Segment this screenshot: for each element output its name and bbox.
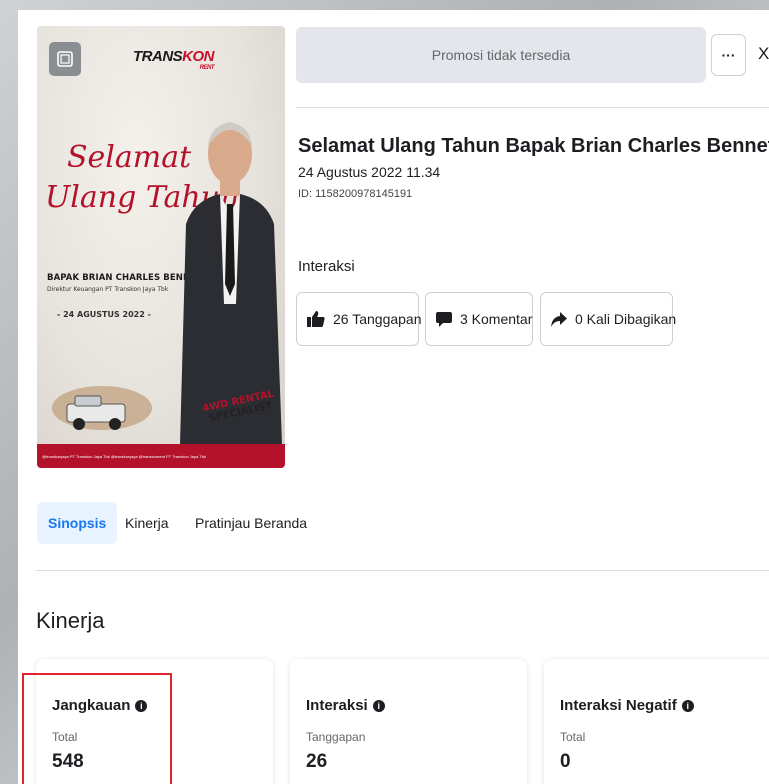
- info-icon[interactable]: i: [681, 699, 694, 712]
- negative-interaction-value: 0: [560, 751, 571, 772]
- negative-interaction-card: Interaksi Negatif i Total 0: [544, 659, 769, 784]
- tabs-divider: [36, 570, 769, 571]
- shares-label: 0 Kali Dibagikan: [575, 311, 677, 327]
- performance-heading: Kinerja: [36, 608, 105, 633]
- reach-value: 548: [52, 751, 84, 772]
- tab-sinopsis[interactable]: Sinopsis: [37, 502, 118, 544]
- post-date: 24 Agustus 2022 11.34: [298, 164, 441, 180]
- greeting-line-1: Selamat: [67, 140, 192, 175]
- post-id: ID: 1158200978145191: [298, 188, 413, 200]
- comments-label: 3 Komentar: [460, 311, 533, 327]
- interaction-sub-label: Tanggapan: [306, 730, 366, 744]
- header-divider: [296, 107, 769, 108]
- thumbs-up-icon: [307, 311, 325, 327]
- tab-pratinjau-beranda[interactable]: Pratinjau Beranda: [184, 502, 318, 544]
- interaction-section-label: Interaksi: [298, 258, 355, 275]
- poster-footer: @transkonjaya PT Transkon Jaya Tbk @tran…: [37, 444, 285, 468]
- post-details-panel: TRANSKON RENT Selamat Ulang Tahun BAPAK …: [18, 10, 769, 784]
- reach-sub-label: Total: [52, 730, 78, 744]
- image-icon: [49, 42, 81, 76]
- shares-button[interactable]: 0 Kali Dibagikan: [540, 292, 677, 346]
- reach-title: Jangkauan i: [52, 697, 148, 714]
- reach-card: Jangkauan i Total 548: [36, 659, 273, 784]
- poster-role: Direktur Keuangan PT Transkon Jaya Tbk: [47, 286, 169, 293]
- info-icon[interactable]: i: [372, 699, 385, 712]
- vehicle-illustration: [52, 386, 152, 430]
- interaction-title: Interaksi i: [306, 697, 385, 714]
- comment-icon: [436, 312, 452, 327]
- share-arrow-icon: [551, 311, 567, 327]
- post-title: Selamat Ulang Tahun Bapak Brian Charles …: [298, 135, 769, 157]
- negative-interaction-title: Interaksi Negatif i: [560, 697, 694, 714]
- info-icon[interactable]: i: [135, 699, 148, 712]
- brand-logo: TRANSKON RENT: [133, 48, 215, 71]
- reactions-button[interactable]: 26 Tanggapan: [296, 292, 422, 346]
- post-thumbnail[interactable]: TRANSKON RENT Selamat Ulang Tahun BAPAK …: [37, 26, 285, 468]
- more-options-button[interactable]: ···: [711, 34, 746, 76]
- negative-interaction-sub-label: Total: [560, 730, 586, 744]
- close-button[interactable]: X: [758, 44, 769, 64]
- promotion-unavailable-button[interactable]: Promosi tidak tersedia: [296, 27, 706, 83]
- interaction-card: Interaksi i Tanggapan 26: [290, 659, 527, 784]
- reactions-label: 26 Tanggapan: [333, 311, 422, 327]
- comments-button[interactable]: 3 Komentar: [425, 292, 533, 346]
- tab-kinerja[interactable]: Kinerja: [114, 502, 180, 544]
- interaction-value: 26: [306, 751, 328, 772]
- poster-date: - 24 AGUSTUS 2022 -: [57, 310, 151, 319]
